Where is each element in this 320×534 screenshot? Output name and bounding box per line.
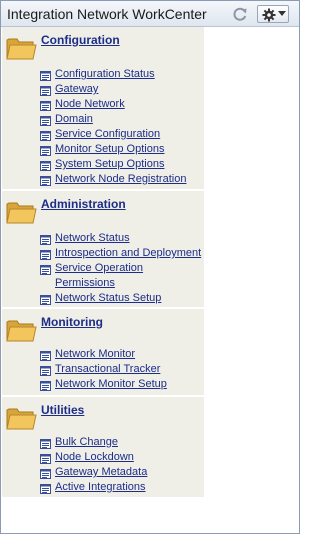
page-icon xyxy=(40,451,51,464)
link-list: Bulk Change Node Lockdown Gateway Metadata… xyxy=(40,435,204,495)
link-item: Service Configuration xyxy=(40,127,204,142)
page-icon xyxy=(40,68,51,81)
link-item: Network Monitor Setup xyxy=(40,377,204,392)
page-icon xyxy=(40,247,51,260)
link-item: Node Network xyxy=(40,97,204,112)
page-icon xyxy=(40,436,51,449)
page-icon xyxy=(40,128,51,141)
link-item: Introspection and Deployment xyxy=(40,246,204,261)
page-icon xyxy=(40,158,51,171)
page-icon xyxy=(40,113,51,126)
link-list: Network Monitor Transactional Tracker Netw… xyxy=(40,347,204,392)
link-item: Configuration Status xyxy=(40,67,204,82)
page-icon xyxy=(40,481,51,494)
link-item: System Setup Options xyxy=(40,157,204,172)
menu-link[interactable]: Transactional Tracker xyxy=(55,362,204,377)
link-item: Network Monitor xyxy=(40,347,204,362)
section-title[interactable]: Utilities xyxy=(41,403,84,417)
page-icon xyxy=(40,98,51,111)
section-1: Administration Network Status Introspectio… xyxy=(2,191,204,309)
refresh-icon[interactable] xyxy=(232,6,248,22)
pagelet-header: Integration Network WorkCenter xyxy=(1,1,299,27)
menu-link[interactable]: Network Status xyxy=(55,231,204,246)
section-title[interactable]: Monitoring xyxy=(41,315,103,329)
chevron-down-icon xyxy=(278,11,286,16)
menu-link[interactable]: Active Integrations xyxy=(55,480,204,495)
page-icon xyxy=(40,348,51,361)
menu-link[interactable]: System Setup Options xyxy=(55,157,204,172)
link-item: Transactional Tracker xyxy=(40,362,204,377)
gear-icon xyxy=(262,8,276,22)
link-item: Gateway Metadata xyxy=(40,465,204,480)
link-item: Node Lockdown xyxy=(40,450,204,465)
workcenter-menu: Configuration Configuration Status Gateway… xyxy=(2,27,204,499)
link-item: Network Status Setup xyxy=(40,291,204,306)
page-icon xyxy=(40,378,51,391)
link-list: Network Status Introspection and Deployme… xyxy=(40,231,204,306)
page-icon xyxy=(40,466,51,479)
pagelet-title: Integration Network WorkCenter xyxy=(7,6,207,22)
section-2: Monitoring Network Monitor Transactional T… xyxy=(2,309,204,397)
menu-link[interactable]: Gateway xyxy=(55,82,204,97)
page-icon xyxy=(40,262,51,275)
link-item: Active Integrations xyxy=(40,480,204,495)
menu-link[interactable]: Introspection and Deployment xyxy=(55,246,204,261)
menu-link[interactable]: Domain xyxy=(55,112,204,127)
link-item: Monitor Setup Options xyxy=(40,142,204,157)
link-item: Network Node Registration xyxy=(40,172,204,187)
menu-link[interactable]: Gateway Metadata xyxy=(55,465,204,480)
workcenter-pagelet: Integration Network WorkCenter Configura… xyxy=(0,0,300,534)
menu-link[interactable]: Node Network xyxy=(55,97,204,112)
link-item: Network Status xyxy=(40,231,204,246)
page-icon xyxy=(40,83,51,96)
section-0: Configuration Configuration Status Gateway… xyxy=(2,27,204,191)
section-title[interactable]: Configuration xyxy=(41,33,120,47)
folder-icon xyxy=(6,35,37,61)
link-item: Service Operation Permissions xyxy=(40,261,204,291)
menu-link[interactable]: Network Node Registration xyxy=(55,172,204,187)
link-item: Bulk Change xyxy=(40,435,204,450)
section-3: Utilities Bulk Change Node Lockdown Gateway… xyxy=(2,397,204,499)
menu-link[interactable]: Network Status Setup xyxy=(55,291,204,306)
page-icon xyxy=(40,292,51,305)
page-icon xyxy=(40,173,51,186)
folder-icon xyxy=(6,405,37,431)
menu-link[interactable]: Configuration Status xyxy=(55,67,204,82)
menu-link[interactable]: Network Monitor Setup xyxy=(55,377,204,392)
folder-icon xyxy=(6,317,37,343)
link-item: Domain xyxy=(40,112,204,127)
menu-link[interactable]: Service Configuration xyxy=(55,127,204,142)
page-icon xyxy=(40,143,51,156)
menu-link[interactable]: Node Lockdown xyxy=(55,450,204,465)
page-icon xyxy=(40,363,51,376)
section-title[interactable]: Administration xyxy=(41,197,126,211)
settings-menu-button[interactable] xyxy=(257,5,289,23)
menu-link[interactable]: Bulk Change xyxy=(55,435,204,450)
link-list: Configuration Status Gateway Node Network D… xyxy=(40,67,204,187)
folder-icon xyxy=(6,199,37,225)
page-icon xyxy=(40,232,51,245)
menu-link[interactable]: Network Monitor xyxy=(55,347,204,362)
menu-link[interactable]: Service Operation Permissions xyxy=(55,261,204,291)
menu-link[interactable]: Monitor Setup Options xyxy=(55,142,204,157)
link-item: Gateway xyxy=(40,82,204,97)
